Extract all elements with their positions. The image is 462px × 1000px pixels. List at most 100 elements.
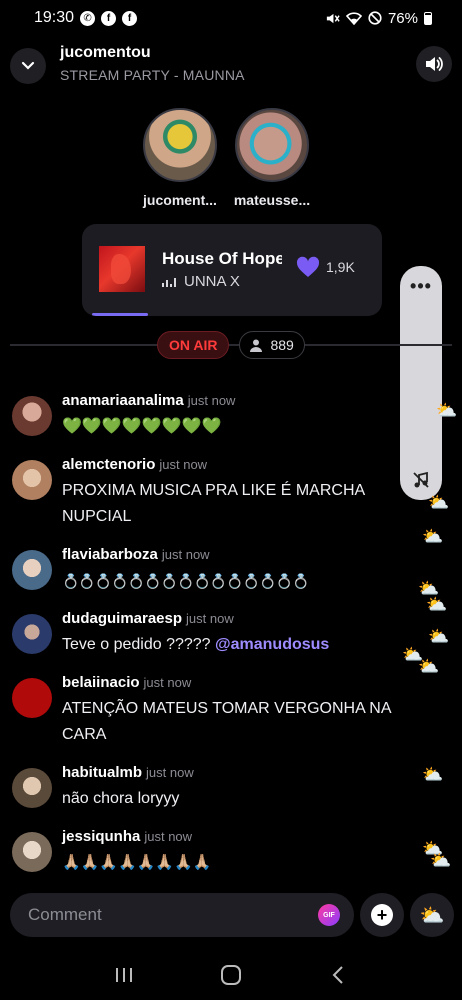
home-button[interactable]: [211, 955, 251, 995]
comment-username[interactable]: dudaguimaraesp just now: [62, 610, 234, 627]
floating-reaction: ⛅: [430, 851, 452, 870]
comment-time: just now: [146, 765, 194, 780]
avatar: [143, 108, 217, 182]
like-button[interactable]: 1,9K: [296, 256, 355, 278]
reaction-emoji: ⛅: [419, 904, 445, 927]
track-progress: [92, 313, 372, 316]
now-playing-card[interactable]: House Of Hope UNNA X 1,9K: [82, 224, 382, 316]
viewers-badge[interactable]: 889: [239, 331, 305, 359]
floating-reaction: ⛅: [436, 401, 458, 420]
mute-icon: [326, 13, 340, 23]
speaker-icon: [426, 57, 443, 71]
participant-name: mateusse...: [233, 192, 311, 208]
back-icon: [332, 966, 344, 984]
comment-time: just now: [143, 675, 192, 690]
comment-username[interactable]: jessiqunha just now: [62, 828, 192, 845]
volume-button[interactable]: [416, 46, 452, 82]
status-left: 19:30 ✆ f f: [34, 9, 138, 27]
avatar[interactable]: [12, 460, 52, 500]
comment-text: Teve o pedido ????? @amanudosus: [62, 632, 412, 658]
live-status-row: ON AIR 889: [157, 331, 305, 359]
comment-text: PROXIMA MUSICA PRA LIKE É MARCHA NUPCIAL: [62, 482, 365, 525]
chevron-down-icon: [21, 61, 35, 70]
comment-text: ATENÇÃO MATEUS TOMAR VERGONHA NA CARA: [62, 700, 391, 743]
comment-text: 💚💚💚💚💚💚💚💚: [62, 418, 222, 435]
gif-button[interactable]: GIF: [318, 904, 340, 926]
avatar[interactable]: [12, 678, 52, 718]
do-not-disturb-icon: [368, 11, 382, 25]
track-progress-fill: [92, 313, 148, 316]
heart-icon: [296, 256, 320, 277]
status-time: 19:30: [34, 9, 75, 26]
comment-text: não chora loryyy: [62, 790, 180, 807]
home-icon: [220, 965, 241, 985]
floating-reaction: ⛅: [418, 657, 440, 676]
equalizer-icon: [162, 277, 176, 287]
facebook-icon: f: [101, 10, 117, 26]
collapse-button[interactable]: [10, 48, 46, 84]
status-bar: 19:30 ✆ f f 76%: [0, 0, 462, 36]
track-title: House Of Hope: [162, 249, 282, 268]
avatar[interactable]: [12, 832, 52, 872]
comment-username-text: habitualmb: [62, 764, 143, 781]
avatar[interactable]: [12, 550, 52, 590]
comment-username-text: dudaguimaraesp: [62, 610, 183, 627]
comment-time: just now: [186, 611, 234, 626]
comment-username[interactable]: alemctenorio just now: [62, 456, 207, 473]
on-air-badge: ON AIR: [157, 331, 230, 359]
comment-username[interactable]: belaiinacio just now: [62, 674, 191, 691]
comment-input[interactable]: Comment GIF: [10, 893, 354, 937]
comment-text: 💍💍💍💍💍💍💍💍💍💍💍💍💍💍💍: [62, 573, 309, 589]
recent-apps-icon: [115, 968, 132, 982]
comment-time: just now: [187, 393, 236, 408]
artist-row: UNNA X: [162, 273, 240, 290]
avatar[interactable]: [12, 396, 52, 436]
comment-placeholder: Comment: [28, 905, 102, 924]
comment-text-body: Teve o pedido ?????: [62, 636, 216, 653]
reaction-button[interactable]: ⛅: [410, 893, 454, 937]
battery-percent: 76%: [387, 9, 418, 27]
comment-username-text: anamariaanalima: [62, 392, 184, 409]
comment-username-text: alemctenorio: [62, 456, 156, 473]
side-panel[interactable]: •••: [400, 266, 442, 500]
music-off-icon[interactable]: [411, 470, 431, 490]
participant[interactable]: jucoment...: [140, 108, 220, 208]
comment-time: just now: [159, 457, 208, 472]
comment-username-text: belaiinacio: [62, 674, 140, 691]
avatar[interactable]: [12, 614, 52, 654]
participant-name: jucoment...: [143, 192, 217, 208]
battery-icon: [424, 11, 432, 25]
recent-apps-button[interactable]: [104, 955, 144, 995]
like-count: 1,9K: [326, 259, 355, 275]
comment-username-text: flaviabarboza: [62, 546, 158, 563]
floating-reaction: ⛅: [422, 765, 444, 784]
wifi-icon: [345, 12, 362, 25]
comment-username[interactable]: anamariaanalima just now: [62, 392, 235, 409]
system-nav-bar: [0, 950, 462, 1000]
floating-reaction: ⛅: [426, 595, 448, 614]
stream-subtitle: STREAM PARTY - MAUNNA: [60, 67, 245, 83]
comment-text: 🙏🏼🙏🏼🙏🏼🙏🏼🙏🏼🙏🏼🙏🏼🙏🏼: [62, 854, 212, 871]
track-artist: UNNA X: [184, 273, 240, 290]
comment-time: just now: [144, 829, 193, 844]
comment-time: just now: [161, 547, 210, 562]
participant[interactable]: mateusse...: [232, 108, 312, 208]
comment-username[interactable]: flaviabarboza just now: [62, 546, 210, 563]
participants-row: jucoment... mateusse...: [140, 108, 330, 208]
plus-icon: +: [371, 904, 393, 926]
add-button[interactable]: +: [360, 893, 404, 937]
floating-reaction: ⛅: [428, 493, 450, 512]
floating-reaction: ⛅: [422, 527, 444, 546]
back-button[interactable]: [318, 955, 358, 995]
more-options-button[interactable]: •••: [400, 276, 442, 297]
avatar[interactable]: [12, 768, 52, 808]
comment-username[interactable]: habitualmb just now: [62, 764, 194, 781]
stream-host-name: jucomentou: [60, 44, 151, 61]
comment-username-text: jessiqunha: [62, 828, 141, 845]
mention-link[interactable]: @amanudosus: [215, 636, 329, 653]
viewers-count: 889: [270, 337, 294, 353]
facebook-icon: f: [122, 10, 138, 26]
avatar: [235, 108, 309, 182]
floating-reaction: ⛅: [428, 627, 450, 646]
album-art: [99, 246, 145, 292]
